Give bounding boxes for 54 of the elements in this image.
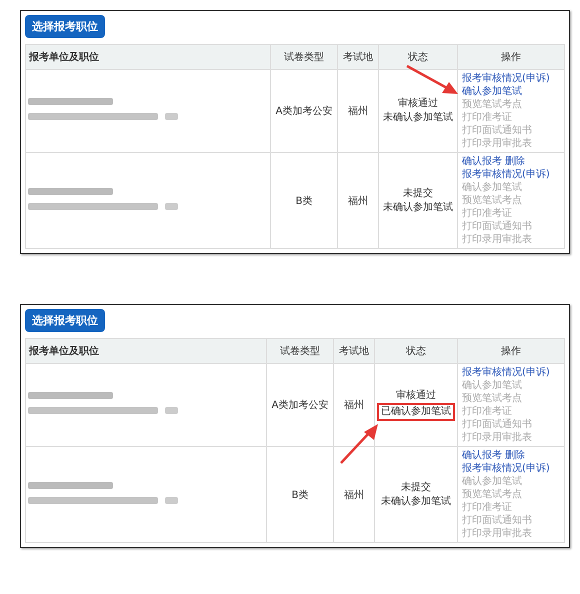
action-link[interactable]: 打印录用审批表 <box>462 234 532 245</box>
table-cell: 福州 <box>338 70 378 152</box>
status-text: 未提交 <box>400 480 432 494</box>
action-link[interactable]: 预览笔试考点 <box>462 489 522 500</box>
table-cell: B类 <box>266 446 334 542</box>
action-link[interactable]: 预览笔试考点 <box>462 99 522 110</box>
action-link[interactable]: 打印准考证 <box>462 112 512 123</box>
action-link[interactable]: 打印面试通知书 <box>462 419 532 430</box>
action-link[interactable]: 打印面试通知书 <box>462 221 532 232</box>
table-cell: 福州 <box>338 152 378 248</box>
status-text: 未确认参加笔试 <box>380 494 452 508</box>
column-header: 报考单位及职位 <box>26 44 270 70</box>
action-link[interactable]: 报考审核情况(申诉) <box>462 169 550 180</box>
table-cell: A类加考公安 <box>270 70 338 152</box>
select-position-button[interactable]: 选择报考职位 <box>25 309 105 332</box>
select-position-button[interactable]: 选择报考职位 <box>25 15 105 38</box>
status-text: 审核通过 <box>395 389 437 403</box>
action-link[interactable]: 打印准考证 <box>462 502 512 513</box>
action-link[interactable]: 打印录用审批表 <box>462 528 532 539</box>
column-header: 考试地 <box>338 44 378 70</box>
column-header: 试卷类型 <box>270 44 338 70</box>
status-text: 未确认参加笔试 <box>382 111 454 125</box>
action-link[interactable]: 打印面试通知书 <box>462 515 532 526</box>
action-link[interactable]: 确认参加笔试 <box>462 476 522 487</box>
status-text: 审核通过 <box>397 97 439 111</box>
table-cell: A类加考公安 <box>266 364 334 446</box>
action-link[interactable]: 确认参加笔试 <box>462 86 522 97</box>
table-cell: B类 <box>270 152 338 248</box>
action-link[interactable]: 确认报考 <box>462 156 502 167</box>
action-link[interactable]: 确认参加笔试 <box>462 182 522 193</box>
action-link[interactable]: 删除 <box>505 156 525 167</box>
action-link[interactable]: 打印录用审批表 <box>462 432 532 443</box>
column-header: 操作 <box>458 338 564 364</box>
action-link[interactable]: 确认报考 <box>462 450 502 461</box>
action-link[interactable]: 打印录用审批表 <box>462 138 532 149</box>
column-header: 操作 <box>458 44 564 70</box>
column-header: 状态 <box>378 44 458 70</box>
action-link[interactable]: 报考审核情况(申诉) <box>462 463 550 474</box>
table-cell: 福州 <box>334 446 374 542</box>
action-link[interactable]: 打印准考证 <box>462 406 512 417</box>
column-header: 试卷类型 <box>266 338 334 364</box>
action-link[interactable]: 打印面试通知书 <box>462 125 532 136</box>
action-link[interactable]: 删除 <box>505 450 525 461</box>
action-link[interactable]: 报考审核情况(申诉) <box>462 367 550 378</box>
column-header: 报考单位及职位 <box>26 338 266 364</box>
action-link[interactable]: 确认参加笔试 <box>462 380 522 391</box>
action-link[interactable]: 打印准考证 <box>462 208 512 219</box>
status-text: 未确认参加笔试 <box>382 200 454 214</box>
column-header: 状态 <box>374 338 458 364</box>
action-link[interactable]: 预览笔试考点 <box>462 393 522 404</box>
action-link[interactable]: 报考审核情况(申诉) <box>462 73 550 84</box>
column-header: 考试地 <box>334 338 374 364</box>
action-link[interactable]: 预览笔试考点 <box>462 195 522 206</box>
status-text: 未提交 <box>402 186 434 200</box>
